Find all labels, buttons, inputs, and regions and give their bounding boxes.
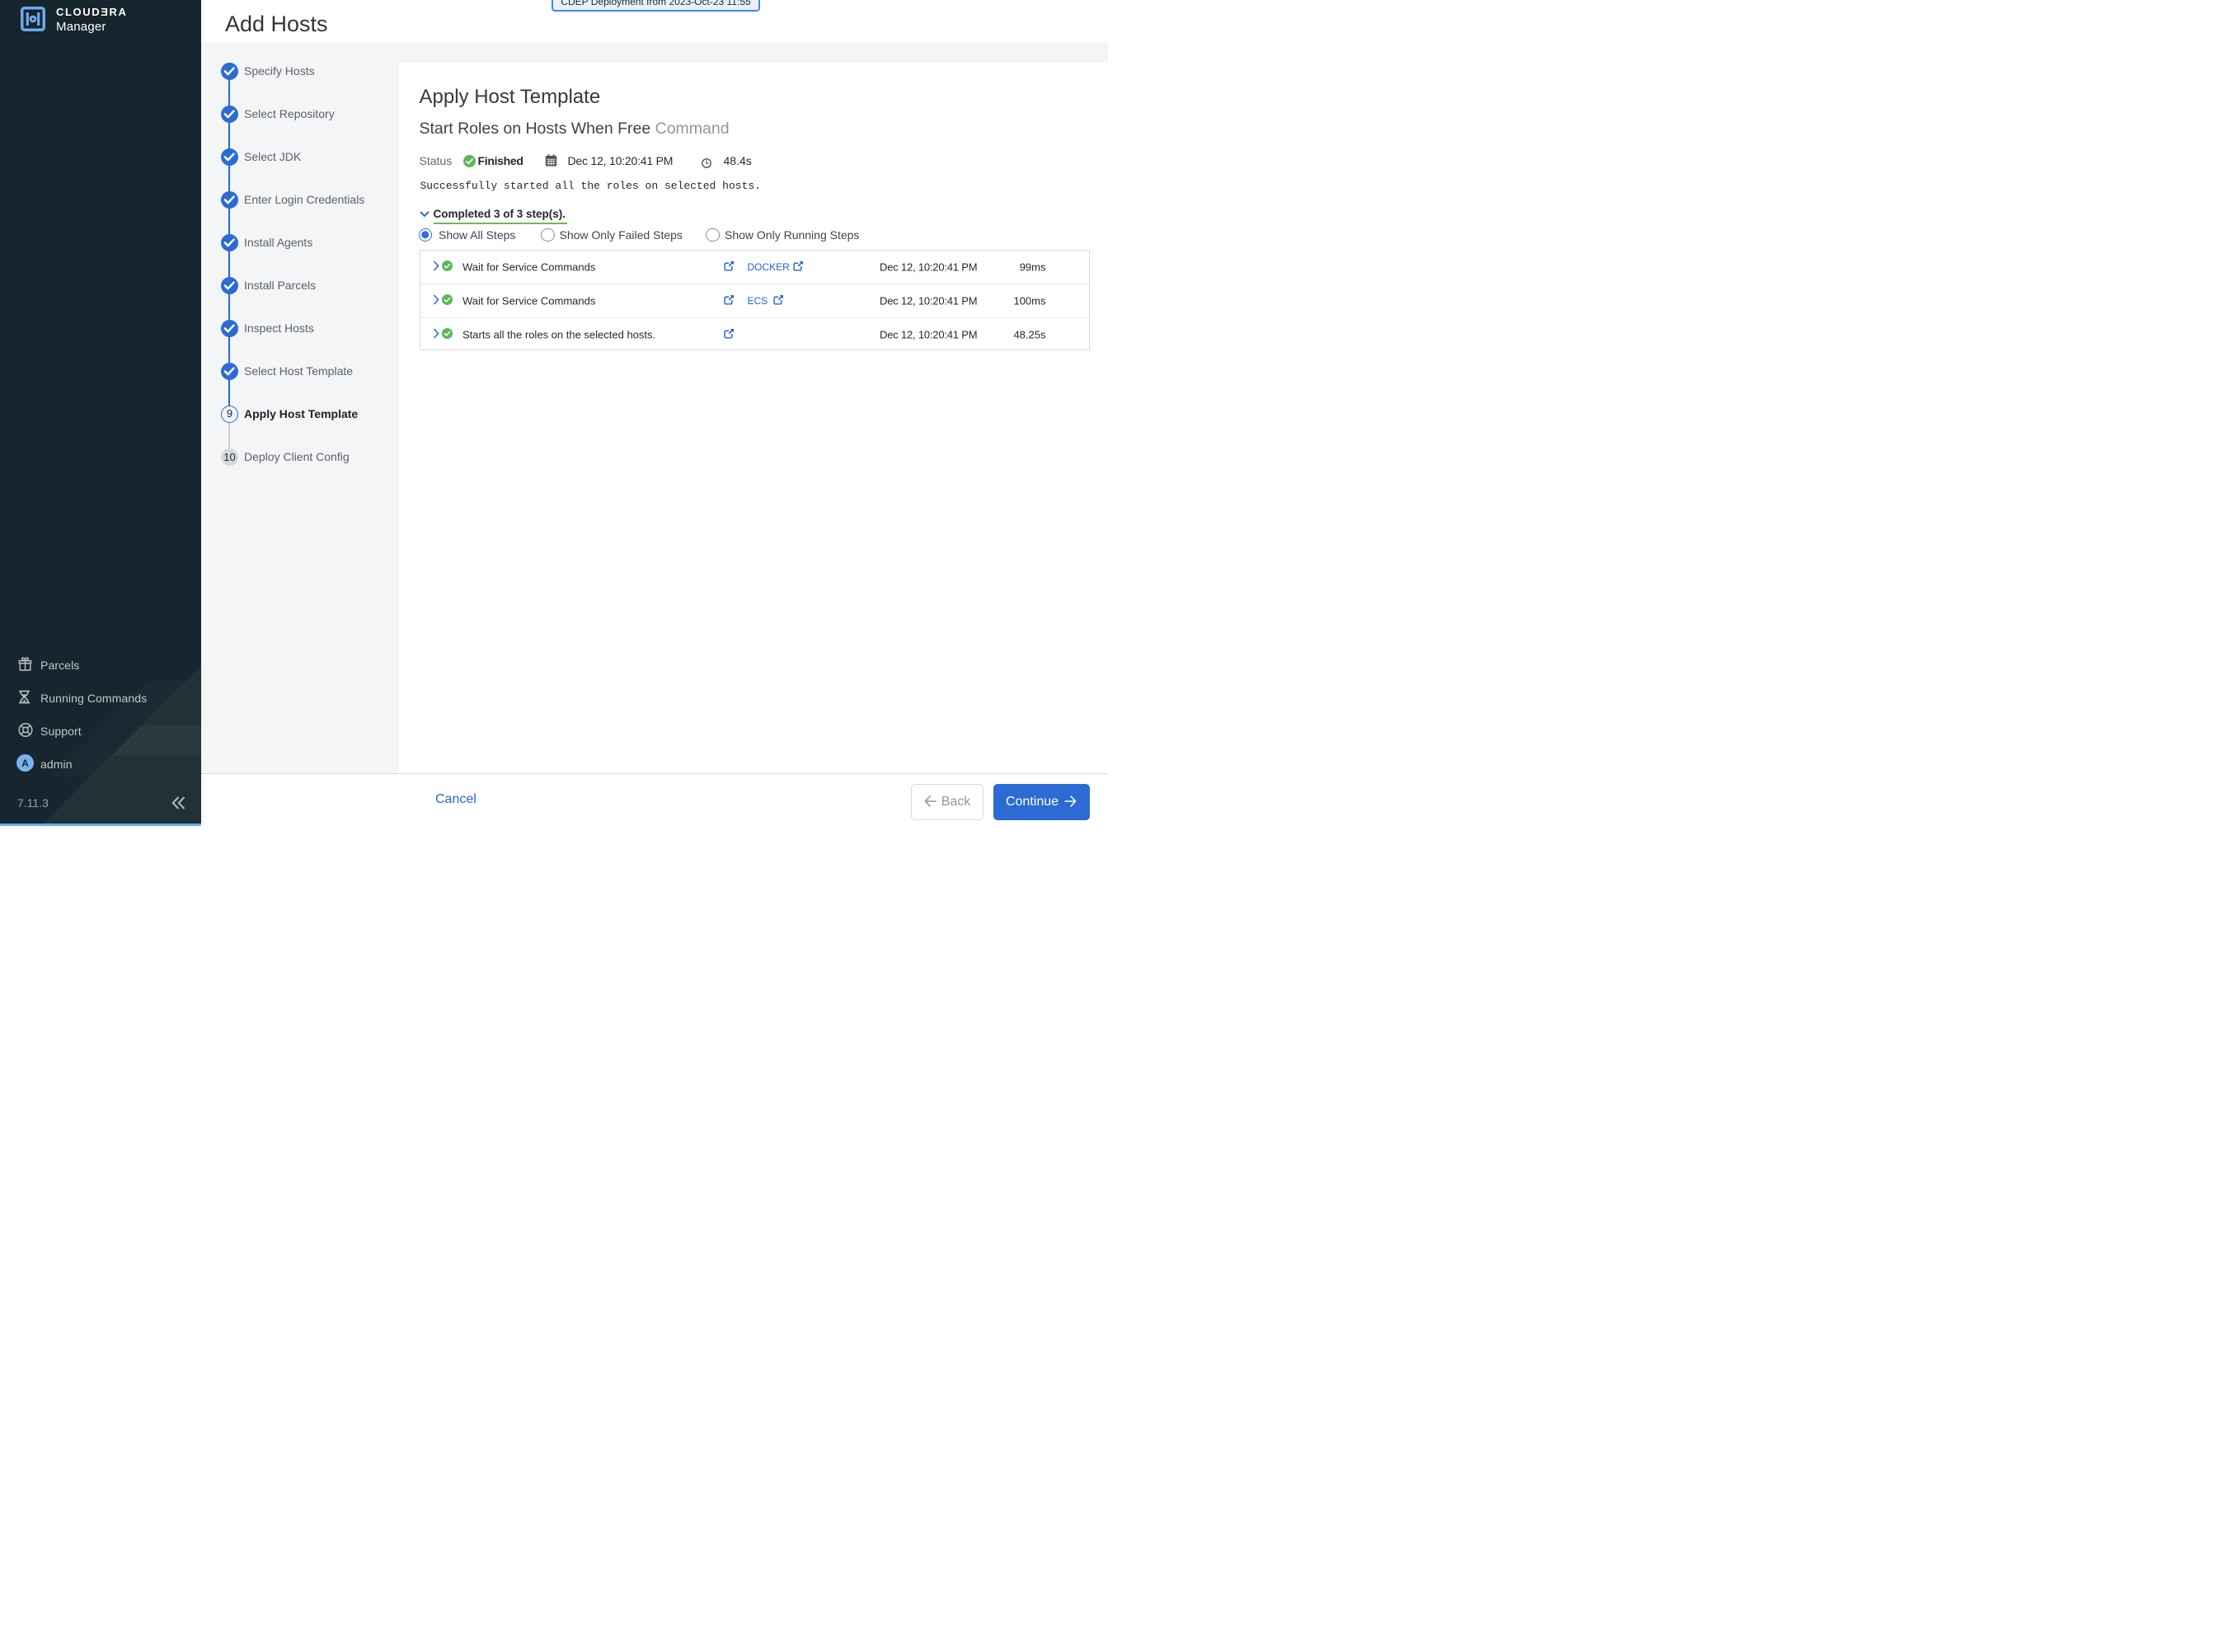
- svg-text:A: A: [21, 758, 29, 769]
